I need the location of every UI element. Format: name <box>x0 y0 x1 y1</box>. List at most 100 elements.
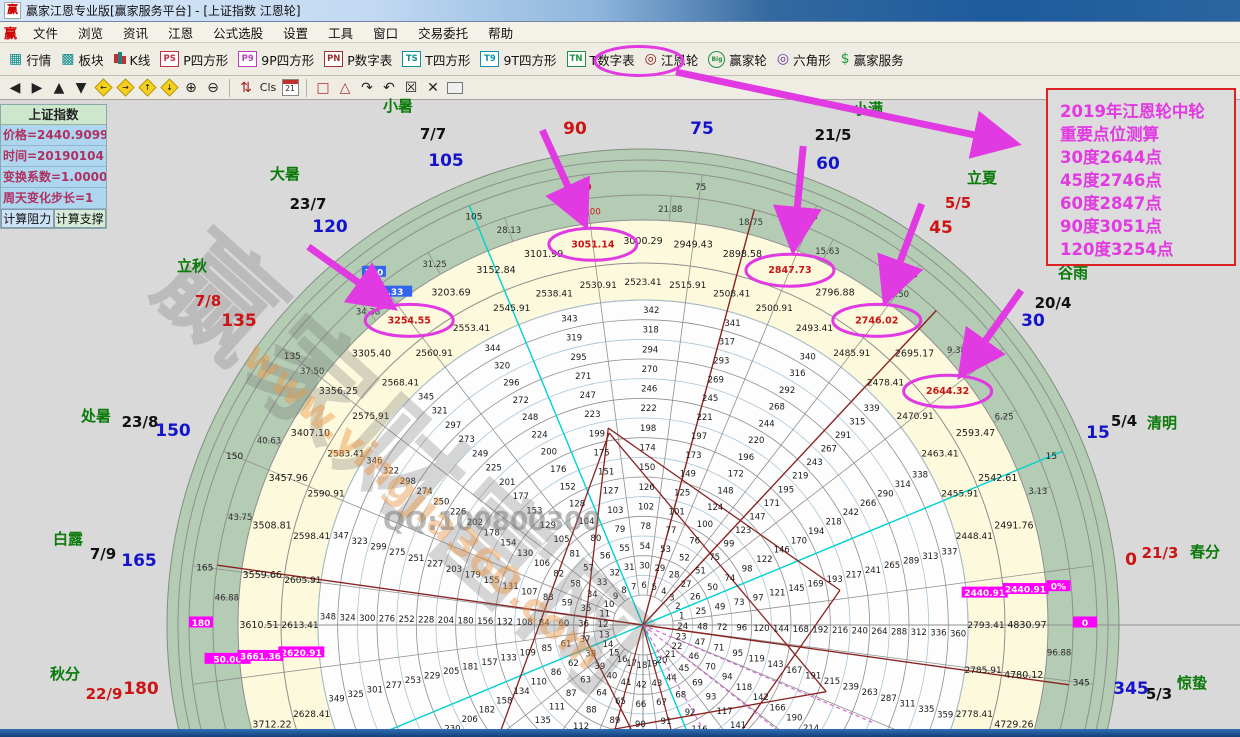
svg-text:79: 79 <box>615 525 626 535</box>
svg-text:2440.91: 2440.91 <box>1005 586 1046 596</box>
svg-text:345: 345 <box>1073 679 1090 689</box>
svg-text:55: 55 <box>619 544 630 554</box>
svg-text:103: 103 <box>607 506 623 516</box>
svg-text:318: 318 <box>643 326 659 336</box>
svg-text:323: 323 <box>352 537 368 547</box>
svg-text:120: 120 <box>365 268 384 278</box>
svg-text:174: 174 <box>640 444 656 454</box>
svg-text:316: 316 <box>789 369 805 379</box>
svg-text:2470.91: 2470.91 <box>897 412 934 422</box>
svg-text:216: 216 <box>832 626 848 636</box>
svg-text:45: 45 <box>679 664 690 674</box>
svg-text:3610.51: 3610.51 <box>239 620 278 631</box>
svg-text:2: 2 <box>675 602 680 612</box>
svg-text:处暑: 处暑 <box>80 407 111 425</box>
svg-text:135: 135 <box>535 716 551 726</box>
annotation-line-6: 120度3254点 <box>1060 238 1234 261</box>
svg-text:24: 24 <box>677 622 688 632</box>
calc-support-button[interactable]: 计算支撑 <box>54 209 107 228</box>
svg-text:145: 145 <box>788 584 804 594</box>
svg-text:90: 90 <box>563 119 587 139</box>
svg-text:219: 219 <box>792 472 808 482</box>
svg-text:127: 127 <box>603 487 619 497</box>
svg-text:265: 265 <box>884 561 900 571</box>
svg-text:54: 54 <box>640 542 651 552</box>
svg-text:181: 181 <box>462 662 478 672</box>
annotation-line-5: 90度3051点 <box>1060 215 1234 238</box>
svg-text:31: 31 <box>624 563 635 573</box>
svg-text:立秋: 立秋 <box>177 257 208 275</box>
svg-text:3: 3 <box>669 594 674 604</box>
svg-text:52: 52 <box>679 553 690 563</box>
svg-text:198: 198 <box>640 424 656 434</box>
svg-text:20/4: 20/4 <box>1035 294 1072 312</box>
svg-text:126: 126 <box>638 483 654 493</box>
svg-text:268: 268 <box>769 403 785 413</box>
svg-text:49: 49 <box>715 603 726 613</box>
svg-text:180: 180 <box>123 679 159 699</box>
svg-text:266: 266 <box>860 499 876 509</box>
svg-text:96.88: 96.88 <box>1047 648 1071 658</box>
svg-text:89: 89 <box>610 716 621 726</box>
svg-text:5/5: 5/5 <box>945 194 971 212</box>
svg-text:287: 287 <box>881 694 897 704</box>
svg-text:147: 147 <box>749 512 765 522</box>
svg-text:2448.41: 2448.41 <box>956 532 993 542</box>
svg-text:205: 205 <box>443 667 459 677</box>
svg-text:125: 125 <box>674 489 690 499</box>
svg-text:192: 192 <box>812 626 828 636</box>
svg-text:144: 144 <box>773 625 789 635</box>
svg-text:215: 215 <box>824 677 840 687</box>
svg-text:314: 314 <box>895 480 911 490</box>
svg-text:22/9: 22/9 <box>86 685 123 703</box>
svg-text:30: 30 <box>1021 311 1045 331</box>
svg-text:101: 101 <box>669 507 685 517</box>
svg-text:2440.91: 2440.91 <box>964 589 1005 599</box>
svg-text:239: 239 <box>843 683 859 693</box>
svg-text:74: 74 <box>724 574 735 584</box>
svg-text:272: 272 <box>513 396 529 406</box>
svg-text:149: 149 <box>680 470 696 480</box>
svg-text:3254.55: 3254.55 <box>388 315 431 326</box>
svg-text:220: 220 <box>748 436 764 446</box>
svg-text:谷雨: 谷雨 <box>1058 264 1088 282</box>
svg-text:7/8: 7/8 <box>195 292 221 310</box>
svg-text:75: 75 <box>690 119 714 139</box>
svg-text:121: 121 <box>769 589 785 599</box>
svg-text:253: 253 <box>405 676 421 686</box>
svg-text:66: 66 <box>636 700 647 710</box>
svg-text:7/9: 7/9 <box>90 545 116 563</box>
svg-text:18.75: 18.75 <box>739 218 763 228</box>
svg-text:348: 348 <box>320 613 336 623</box>
svg-text:175: 175 <box>593 448 609 458</box>
svg-text:65: 65 <box>615 697 626 707</box>
svg-text:73: 73 <box>734 598 745 608</box>
calc-resistance-button[interactable]: 计算阻力 <box>1 209 54 228</box>
svg-text:199: 199 <box>589 429 605 439</box>
svg-text:96: 96 <box>736 624 747 634</box>
svg-text:165: 165 <box>121 551 157 571</box>
svg-text:9.38: 9.38 <box>947 346 966 356</box>
svg-text:99: 99 <box>724 539 735 549</box>
svg-text:245: 245 <box>702 394 718 404</box>
svg-text:1: 1 <box>679 612 684 622</box>
svg-text:42: 42 <box>636 680 647 690</box>
annotation-note-box: 2019年江恩轮中轮重要点位测算30度2644点45度2746点60度2847点… <box>1046 88 1236 266</box>
svg-text:165: 165 <box>196 563 213 573</box>
svg-text:124: 124 <box>707 503 723 513</box>
svg-text:47: 47 <box>695 638 706 648</box>
svg-text:2628.41: 2628.41 <box>293 710 330 720</box>
svg-text:23: 23 <box>676 632 687 642</box>
svg-text:27: 27 <box>681 580 692 590</box>
annotation-line-4: 60度2847点 <box>1060 192 1234 215</box>
svg-text:295: 295 <box>570 353 586 363</box>
svg-text:102: 102 <box>638 503 654 513</box>
svg-text:2793.41: 2793.41 <box>967 621 1004 631</box>
svg-text:46.88: 46.88 <box>215 594 239 604</box>
svg-text:335: 335 <box>918 705 934 715</box>
svg-text:243: 243 <box>806 458 822 468</box>
svg-text:180: 180 <box>192 619 211 629</box>
svg-text:190: 190 <box>786 714 802 724</box>
svg-text:296: 296 <box>503 379 519 389</box>
svg-text:53: 53 <box>660 545 671 555</box>
